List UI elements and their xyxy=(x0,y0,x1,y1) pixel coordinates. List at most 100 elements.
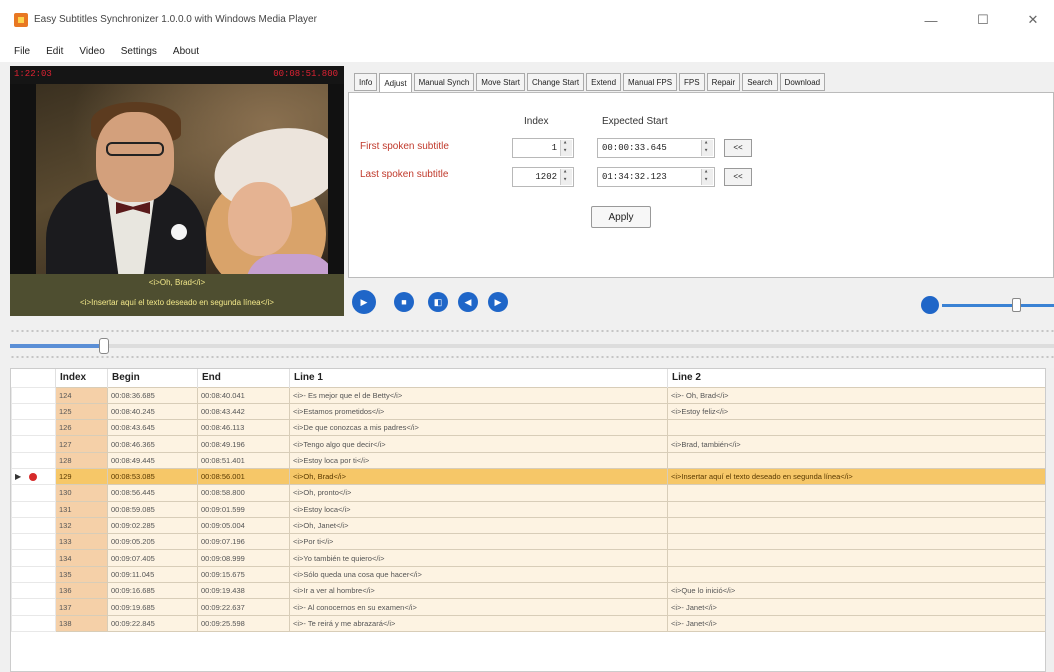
cell-line1[interactable]: <i>- Te reirá y me abrazará</i> xyxy=(289,614,668,632)
cell-end[interactable]: 00:09:15.675 xyxy=(197,565,290,584)
first-start-spin-arrows[interactable] xyxy=(701,138,713,156)
grid-scrollbar[interactable] xyxy=(1046,368,1054,672)
cell-end[interactable]: 00:09:25.598 xyxy=(197,614,290,632)
cell-begin[interactable]: 00:09:05.205 xyxy=(107,533,198,551)
cell-line2[interactable] xyxy=(667,516,1045,535)
row-header[interactable] xyxy=(11,435,56,453)
row-header[interactable] xyxy=(11,516,56,535)
row-header[interactable] xyxy=(11,500,56,518)
table-row[interactable]: 133 00:09:05.205 00:09:07.196 <i>Por ti</i> xyxy=(11,533,1045,551)
cell-begin[interactable]: 00:09:07.405 xyxy=(107,549,198,567)
cell-line1[interactable]: <i>Estoy loca por ti</i> xyxy=(289,451,668,469)
video-player[interactable]: 1:22:03 00:08:51.800 <i>Oh, Brad</i> <i>… xyxy=(10,66,344,316)
table-row[interactable]: 124 00:08:36.685 00:08:40.041 <i>- Es mejor… xyxy=(11,386,1045,404)
cell-begin[interactable]: 00:09:11.045 xyxy=(107,565,198,584)
cell-begin[interactable]: 00:08:59.085 xyxy=(107,500,198,518)
cell-line2[interactable] xyxy=(667,549,1045,567)
cell-index[interactable]: 136 xyxy=(55,582,108,600)
row-header[interactable] xyxy=(11,419,56,437)
cell-line2[interactable]: <i>Insertar aquí el texto deseado en seg… xyxy=(667,467,1045,486)
cell-begin[interactable]: 00:09:19.685 xyxy=(107,598,198,616)
menu-about[interactable]: About xyxy=(173,46,199,57)
cell-end[interactable]: 00:08:49.196 xyxy=(197,435,290,453)
cell-end[interactable]: 00:08:58.800 xyxy=(197,484,290,502)
cell-index[interactable]: 138 xyxy=(55,614,108,632)
tab-move-start[interactable]: Move Start xyxy=(476,73,525,91)
row-header[interactable]: ▶ xyxy=(11,467,56,486)
table-row[interactable]: 138 00:09:22.845 00:09:25.598 <i>- Te reirá… xyxy=(11,614,1045,632)
forward-button[interactable]: ▶ xyxy=(488,292,508,312)
cell-line2[interactable] xyxy=(667,500,1045,518)
row-header[interactable] xyxy=(11,451,56,469)
cell-line2[interactable] xyxy=(667,484,1045,502)
first-index-spin-arrows[interactable] xyxy=(560,138,572,156)
cell-index[interactable]: 124 xyxy=(55,386,108,404)
cell-line1[interactable]: <i>De que conozcas a mis padres</i> xyxy=(289,419,668,437)
table-row[interactable]: 130 00:08:56.445 00:08:58.800 <i>Oh, pronto… xyxy=(11,484,1045,502)
volume-slider-thumb[interactable] xyxy=(1012,298,1021,312)
cell-begin[interactable]: 00:08:56.445 xyxy=(107,484,198,502)
stop-button[interactable]: ■ xyxy=(394,292,414,312)
cell-index[interactable]: 134 xyxy=(55,549,108,567)
tab-fps[interactable]: FPS xyxy=(679,73,705,91)
cell-begin[interactable]: 00:09:22.845 xyxy=(107,614,198,632)
row-header[interactable] xyxy=(11,402,56,421)
cell-line1[interactable]: <i>- Al conocernos en su examen</i> xyxy=(289,598,668,616)
cell-end[interactable]: 00:08:56.001 xyxy=(197,467,290,486)
frame-step-button[interactable]: ◧ xyxy=(428,292,448,312)
timeline-slider[interactable] xyxy=(10,344,1054,348)
maximize-button[interactable]: ☐ xyxy=(966,8,1000,32)
column-header-end[interactable]: End xyxy=(197,369,290,387)
table-row[interactable]: 128 00:08:49.445 00:08:51.401 <i>Estoy loca… xyxy=(11,451,1045,469)
cell-index[interactable]: 132 xyxy=(55,516,108,535)
cell-end[interactable]: 00:09:07.196 xyxy=(197,533,290,551)
cell-begin[interactable]: 00:08:53.085 xyxy=(107,467,198,486)
column-header-begin[interactable]: Begin xyxy=(107,369,198,387)
table-row[interactable]: 134 00:09:07.405 00:09:08.999 <i>Yo también… xyxy=(11,549,1045,567)
table-row[interactable]: 135 00:09:11.045 00:09:15.675 <i>Sólo queda… xyxy=(11,565,1045,584)
row-header[interactable] xyxy=(11,386,56,404)
cell-index[interactable]: 133 xyxy=(55,533,108,551)
cell-end[interactable]: 00:08:43.442 xyxy=(197,402,290,421)
table-row[interactable]: 137 00:09:19.685 00:09:22.637 <i>- Al conoc… xyxy=(11,598,1045,616)
tab-manual-fps[interactable]: Manual FPS xyxy=(623,73,678,91)
table-row[interactable]: 125 00:08:40.245 00:08:43.442 <i>Estamos pr… xyxy=(11,402,1045,421)
table-row[interactable]: 131 00:08:59.085 00:09:01.599 <i>Estoy loca… xyxy=(11,500,1045,518)
cell-line1[interactable]: <i>Estamos prometidos</i> xyxy=(289,402,668,421)
cell-line2[interactable]: <i>Que lo inició</i> xyxy=(667,582,1045,600)
cell-begin[interactable]: 00:08:36.685 xyxy=(107,386,198,404)
cell-end[interactable]: 00:08:40.041 xyxy=(197,386,290,404)
tab-search[interactable]: Search xyxy=(742,73,778,91)
tab-repair[interactable]: Repair xyxy=(706,73,741,91)
cell-line2[interactable]: <i>- Janet</i> xyxy=(667,598,1045,616)
cell-line1[interactable]: <i>- Es mejor que el de Betty</i> xyxy=(289,386,668,404)
row-header[interactable] xyxy=(11,549,56,567)
cell-index[interactable]: 129 xyxy=(55,467,108,486)
last-start-spin-arrows[interactable] xyxy=(701,167,713,185)
cell-begin[interactable]: 00:08:40.245 xyxy=(107,402,198,421)
row-header[interactable] xyxy=(11,565,56,584)
cell-begin[interactable]: 00:08:46.365 xyxy=(107,435,198,453)
cell-line2[interactable]: <i>Brad, también</i> xyxy=(667,435,1045,453)
cell-end[interactable]: 00:08:51.401 xyxy=(197,451,290,469)
cell-end[interactable]: 00:08:46.113 xyxy=(197,419,290,437)
row-header[interactable] xyxy=(11,614,56,632)
first-index-stepper[interactable]: 1 xyxy=(512,138,574,158)
cell-line1[interactable]: <i>Oh, Brad</i> xyxy=(289,467,668,486)
tab-adjust[interactable]: Adjust xyxy=(379,73,412,93)
cell-end[interactable]: 00:09:08.999 xyxy=(197,549,290,567)
menu-file[interactable]: File xyxy=(14,46,30,57)
tab-download[interactable]: Download xyxy=(779,73,826,91)
tab-manual-synch[interactable]: Manual Synch xyxy=(413,73,475,91)
first-expected-start-input[interactable]: 00:00:33.645 xyxy=(597,138,715,158)
cell-line1[interactable]: <i>Estoy loca</i> xyxy=(289,500,668,518)
cell-line1[interactable]: <i>Sólo queda una cosa que hacer</i> xyxy=(289,565,668,584)
tab-change-start[interactable]: Change Start xyxy=(526,73,585,91)
cell-line1[interactable]: <i>Oh, pronto</i> xyxy=(289,484,668,502)
menu-settings[interactable]: Settings xyxy=(121,46,157,57)
cell-begin[interactable]: 00:08:49.445 xyxy=(107,451,198,469)
cell-index[interactable]: 128 xyxy=(55,451,108,469)
minimize-button[interactable]: — xyxy=(914,8,948,32)
cell-index[interactable]: 130 xyxy=(55,484,108,502)
menu-video[interactable]: Video xyxy=(79,46,104,57)
